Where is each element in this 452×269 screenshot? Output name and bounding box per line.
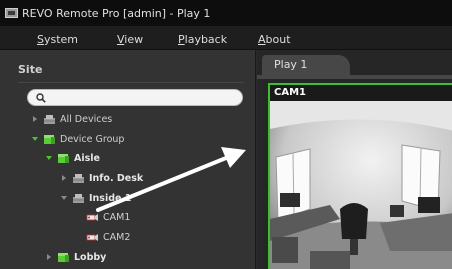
annotation-arrow-icon [96,147,246,212]
